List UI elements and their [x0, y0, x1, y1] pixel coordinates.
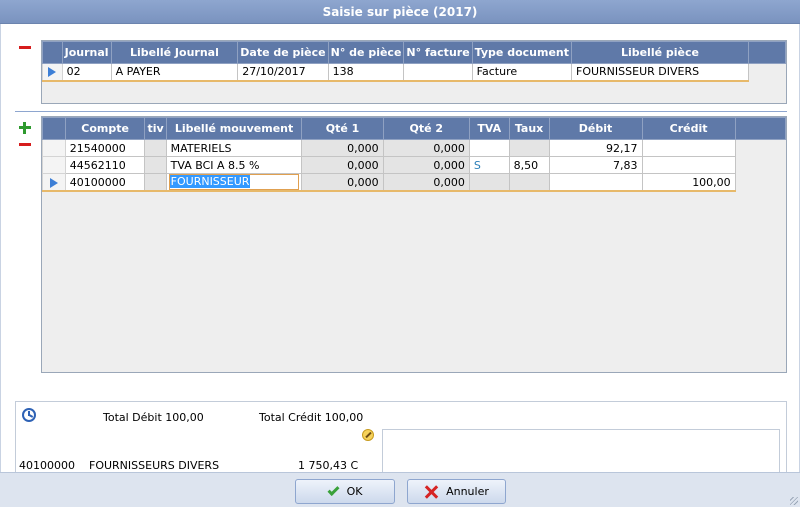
account-balance: 1 750,43 C [298, 459, 359, 472]
cell-tiv[interactable] [144, 156, 167, 174]
cell-filler [735, 139, 786, 157]
col-taux[interactable]: Taux [508, 117, 550, 140]
current-row-arrow-icon [48, 67, 57, 78]
row-selector[interactable] [42, 173, 66, 192]
cell-credit[interactable] [641, 156, 736, 174]
row-selector[interactable] [42, 139, 66, 157]
col-credit[interactable]: Crédit [641, 117, 736, 140]
close-icon [424, 485, 438, 499]
piece-header-row: Journal Libellé Journal Date de pièce N°… [42, 41, 787, 64]
window-title: Saisie sur pièce (2017) [0, 0, 800, 24]
col-journal[interactable]: Journal [61, 41, 112, 64]
cell-qte1[interactable]: 0,000 [301, 139, 384, 157]
col-filler [734, 117, 787, 140]
ok-button[interactable]: OK [295, 479, 395, 504]
cell-qte2[interactable]: 0,000 [382, 173, 470, 192]
col-tiv[interactable]: tiv [144, 117, 167, 140]
cell-tva[interactable] [468, 173, 510, 192]
cell-taux[interactable] [508, 173, 550, 192]
col-libelle-journal[interactable]: Libellé Journal [110, 41, 239, 64]
row-selector[interactable] [42, 156, 66, 174]
movements-header-row: Compte tiv Libellé mouvement Qté 1 Qté 2… [42, 117, 787, 140]
col-type-document[interactable]: Type document [471, 41, 573, 64]
col-compte[interactable]: Compte [64, 117, 146, 140]
cell-numero-facture[interactable] [403, 63, 473, 82]
col-numero-piece[interactable]: N° de pièce [327, 41, 405, 64]
col-debit[interactable]: Débit [548, 117, 643, 140]
cell-libelle-piece[interactable]: FOURNISSEUR DIVERS [571, 63, 749, 82]
ok-label: OK [346, 485, 363, 498]
col-libelle-mouvement[interactable]: Libellé mouvement [165, 117, 303, 140]
footer-bar: OK Annuler [0, 472, 800, 507]
total-credit: Total Crédit 100,00 [259, 411, 364, 424]
col-libelle-piece[interactable]: Libellé pièce [571, 41, 749, 64]
cell-journal[interactable]: 02 [61, 63, 112, 82]
col-tva[interactable]: TVA [468, 117, 510, 140]
pencil-icon[interactable] [362, 429, 374, 441]
movement-row-current[interactable]: 40100000 FOURNISSEUR 0,000 0,000 100,00 [42, 173, 786, 192]
row-selector[interactable] [42, 63, 63, 82]
section-divider [15, 111, 787, 112]
piece-grid: Journal Libellé Journal Date de pièce N°… [41, 40, 787, 104]
clock-icon[interactable] [22, 408, 36, 422]
account-code: 40100000 [19, 459, 75, 472]
cell-qte2[interactable]: 0,000 [382, 139, 470, 157]
cell-compte[interactable]: 21540000 [64, 139, 146, 157]
note-textarea[interactable] [382, 429, 780, 473]
cell-credit[interactable]: 100,00 [641, 173, 736, 192]
col-filler [747, 41, 787, 64]
cell-libelle[interactable]: MATERIELS [165, 139, 303, 157]
cell-numero-piece[interactable]: 138 [327, 63, 405, 82]
cell-qte1[interactable]: 0,000 [301, 156, 384, 174]
cell-tiv[interactable] [144, 173, 167, 192]
movement-row[interactable]: 44562110 TVA BCI A 8.5 % 0,000 0,000 S 8… [42, 156, 786, 174]
cell-tiv[interactable] [144, 139, 167, 157]
cell-type-document[interactable]: Facture [471, 63, 573, 82]
cell-debit[interactable]: 92,17 [548, 139, 643, 157]
col-numero-facture[interactable]: N° facture [403, 41, 473, 64]
col-date-piece[interactable]: Date de pièce [237, 41, 329, 64]
cell-date-piece[interactable]: 27/10/2017 [237, 63, 329, 82]
cell-filler [735, 156, 786, 174]
totals-panel: Total Débit 100,00 Total Crédit 100,00 4… [15, 401, 787, 477]
piece-row[interactable]: 02 A PAYER 27/10/2017 138 Facture FOURNI… [42, 63, 786, 82]
cell-debit[interactable]: 7,83 [548, 156, 643, 174]
remove-line-icon[interactable] [18, 138, 32, 152]
cell-credit[interactable] [641, 139, 736, 157]
movements-table: Compte tiv Libellé mouvement Qté 1 Qté 2… [42, 117, 787, 192]
resize-grip-icon[interactable] [790, 497, 798, 505]
col-qte2[interactable]: Qté 2 [382, 117, 470, 140]
cell-libelle[interactable]: TVA BCI A 8.5 % [165, 156, 303, 174]
total-debit: Total Débit 100,00 [103, 411, 204, 424]
cell-debit[interactable] [548, 173, 643, 192]
col-selector [42, 117, 66, 140]
remove-piece-icon[interactable] [18, 41, 32, 55]
movement-row[interactable]: 21540000 MATERIELS 0,000 0,000 92,17 [42, 139, 786, 157]
col-selector [42, 41, 63, 64]
check-icon [327, 483, 340, 496]
cancel-button[interactable]: Annuler [407, 479, 506, 504]
current-row-arrow-icon [49, 177, 58, 188]
selected-text: FOURNISSEUR [169, 175, 251, 188]
cell-compte[interactable]: 40100000 [64, 173, 146, 192]
cell-libelle-journal[interactable]: A PAYER [110, 63, 239, 82]
cancel-label: Annuler [446, 485, 489, 498]
cell-filler [735, 173, 786, 191]
cell-taux[interactable]: 8,50 [508, 156, 550, 174]
cell-filler [748, 63, 786, 81]
cell-qte2[interactable]: 0,000 [382, 156, 470, 174]
col-qte1[interactable]: Qté 1 [301, 117, 384, 140]
cell-libelle-editing[interactable]: FOURNISSEUR [165, 173, 303, 192]
cell-tva[interactable] [468, 139, 510, 157]
movements-grid: Compte tiv Libellé mouvement Qté 1 Qté 2… [41, 116, 787, 373]
cell-taux[interactable] [508, 139, 550, 157]
cell-qte1[interactable]: 0,000 [301, 173, 384, 192]
account-name: FOURNISSEURS DIVERS [89, 459, 220, 472]
libelle-edit-input[interactable]: FOURNISSEUR [168, 174, 300, 190]
add-line-icon[interactable] [18, 121, 32, 135]
cell-tva[interactable]: S [468, 156, 510, 174]
piece-table: Journal Libellé Journal Date de pièce N°… [42, 41, 787, 82]
cell-compte[interactable]: 44562110 [64, 156, 146, 174]
main-panel: Journal Libellé Journal Date de pièce N°… [0, 24, 800, 477]
